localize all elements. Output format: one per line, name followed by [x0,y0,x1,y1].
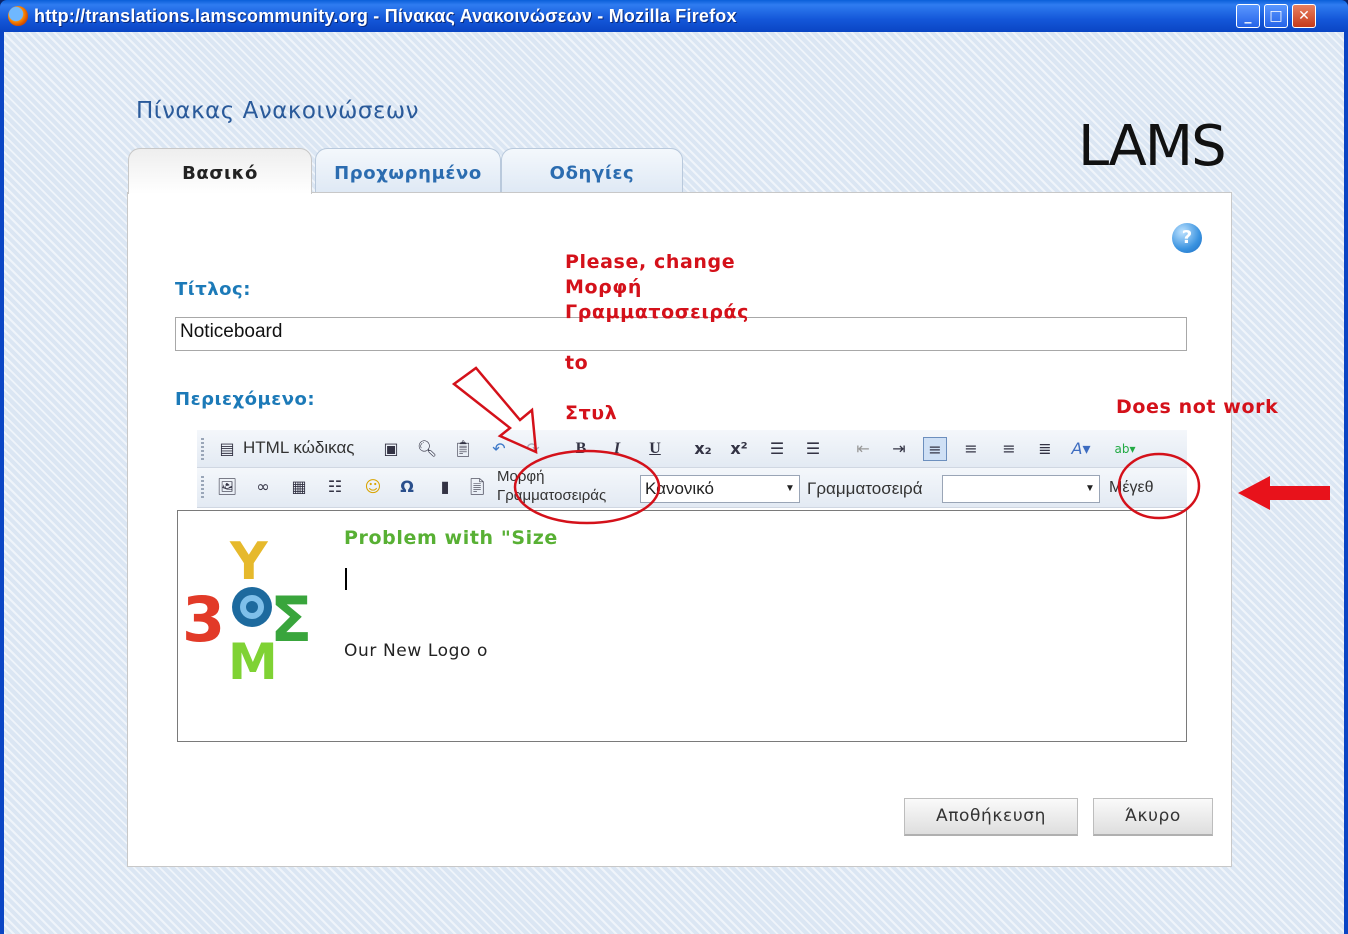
window-titlebar: http://translations.lamscommunity.org - … [0,0,1348,32]
chevron-down-icon: ▼ [781,476,799,502]
content-text: Our New Logo o [344,641,489,661]
annotation-change-line1: Please, change [565,251,736,273]
rich-text-editor: ▤ HTML κώδικας ▣ 🔍︎ 📋︎ ↶ ↷ B I U x₂ x² ☰… [177,430,1187,742]
editor-toolbar-row1: ▤ HTML κώδικας ▣ 🔍︎ 📋︎ ↶ ↷ B I U x₂ x² ☰… [197,430,1187,468]
editor-toolbar-row2: 🖼︎ ∞ ▦ ☷ ☺ Ω ▮ 📄︎ Μορφή Γραμματοσειράς Κ… [197,468,1187,508]
horizontal-rule-icon[interactable]: ☷ [323,475,347,499]
paste-word-icon[interactable]: 📋︎ [451,437,475,461]
annotation-does-not-work: Does not work [1116,396,1279,418]
underline-button[interactable]: U [643,437,667,461]
source-icon[interactable]: ▤ [215,437,239,461]
align-right-icon[interactable]: ≡ [997,437,1021,461]
superscript-button[interactable]: x² [727,437,751,461]
image-icon[interactable]: 🖼︎ [215,475,239,499]
tab-panel: ? Τίτλος: Noticeboard Περιεχόμενο: Pleas… [127,192,1278,867]
preview-icon[interactable]: 🔍︎ [415,437,439,461]
html-source-button[interactable]: HTML κώδικας [243,438,355,458]
content-heading: Problem with "Size [344,527,558,549]
page-title: Πίνακας Ανακοινώσεων [136,98,419,124]
align-center-icon[interactable]: ≡ [959,437,983,461]
size-label: Μέγεθ [1109,479,1154,496]
text-color-icon[interactable]: A▾ [1069,437,1093,461]
justify-icon[interactable]: ≣ [1033,437,1057,461]
firefox-icon [8,6,28,26]
content-label: Περιεχόμενο: [175,389,316,410]
minimize-button[interactable]: _ [1236,4,1260,28]
smiley-icon[interactable]: ☺ [361,475,385,499]
indent-icon[interactable]: ⇥ [887,437,911,461]
subscript-button[interactable]: x₂ [691,437,715,461]
annotation-arrow-left [1238,476,1330,510]
title-label: Τίτλος: [175,279,251,300]
svg-text:M: M [228,633,278,691]
svg-text:Y: Y [229,532,269,592]
editor-content-area[interactable]: Y 3 Σ M Problem with "Size Our New Logo … [177,510,1187,742]
table-icon[interactable]: ▦ [287,475,311,499]
italic-button[interactable]: I [605,437,629,461]
annotation-change-line2: Μορφή [565,276,642,298]
numbered-list-icon[interactable]: ☰ [765,437,789,461]
annotation-change-line3: Γραμματοσειράς [565,301,750,323]
redo-icon[interactable]: ↷ [521,437,545,461]
help-icon[interactable]: ? [1172,223,1202,253]
special-char-button[interactable]: Ω [395,475,419,499]
align-left-icon[interactable]: ≡ [923,437,947,461]
bullet-list-icon[interactable]: ☰ [801,437,825,461]
outdent-icon[interactable]: ⇤ [851,437,875,461]
cancel-button[interactable]: Άκυρο [1093,798,1213,836]
tab-instructions[interactable]: Οδηγίες [501,148,683,192]
tab-basic[interactable]: Βασικό [128,148,312,194]
format-select[interactable]: Κανονικό ▼ [640,475,800,503]
window-border-right [1344,32,1348,934]
toolbar-grip [201,438,204,460]
spellcheck-icon[interactable]: ab▾ [1113,437,1137,461]
window-title: http://translations.lamscommunity.org - … [34,6,737,26]
format-label: Μορφή Γραμματοσειράς [497,468,607,504]
annotation-to: to [565,352,589,374]
font-label: Γραμματοσειρά [807,479,923,498]
media-icon[interactable]: ▮ [433,475,457,499]
annotation-target: Στυλ [565,402,618,424]
close-button[interactable]: ✕ [1292,4,1316,28]
page-content: Πίνακας Ανακοινώσεων LAMS Βασικό Προχωρη… [4,32,1344,934]
font-select[interactable]: ▼ [942,475,1100,503]
undo-icon[interactable]: ↶ [487,437,511,461]
link-icon[interactable]: ∞ [251,475,275,499]
page-break-icon[interactable]: 📄︎ [465,475,489,499]
lams-logo: LAMS [1078,114,1227,179]
template-icon[interactable]: ▣ [379,437,403,461]
text-cursor [345,568,347,590]
svg-text:3: 3 [182,583,225,656]
yvsem-logo-image: Y 3 Σ M [182,532,312,691]
save-button[interactable]: Αποθήκευση [904,798,1078,836]
maximize-button[interactable]: □ [1264,4,1288,28]
tab-advanced[interactable]: Προχωρημένο [315,148,501,192]
toolbar-grip [201,476,204,498]
bold-button[interactable]: B [569,437,593,461]
chevron-down-icon: ▼ [1081,476,1099,502]
